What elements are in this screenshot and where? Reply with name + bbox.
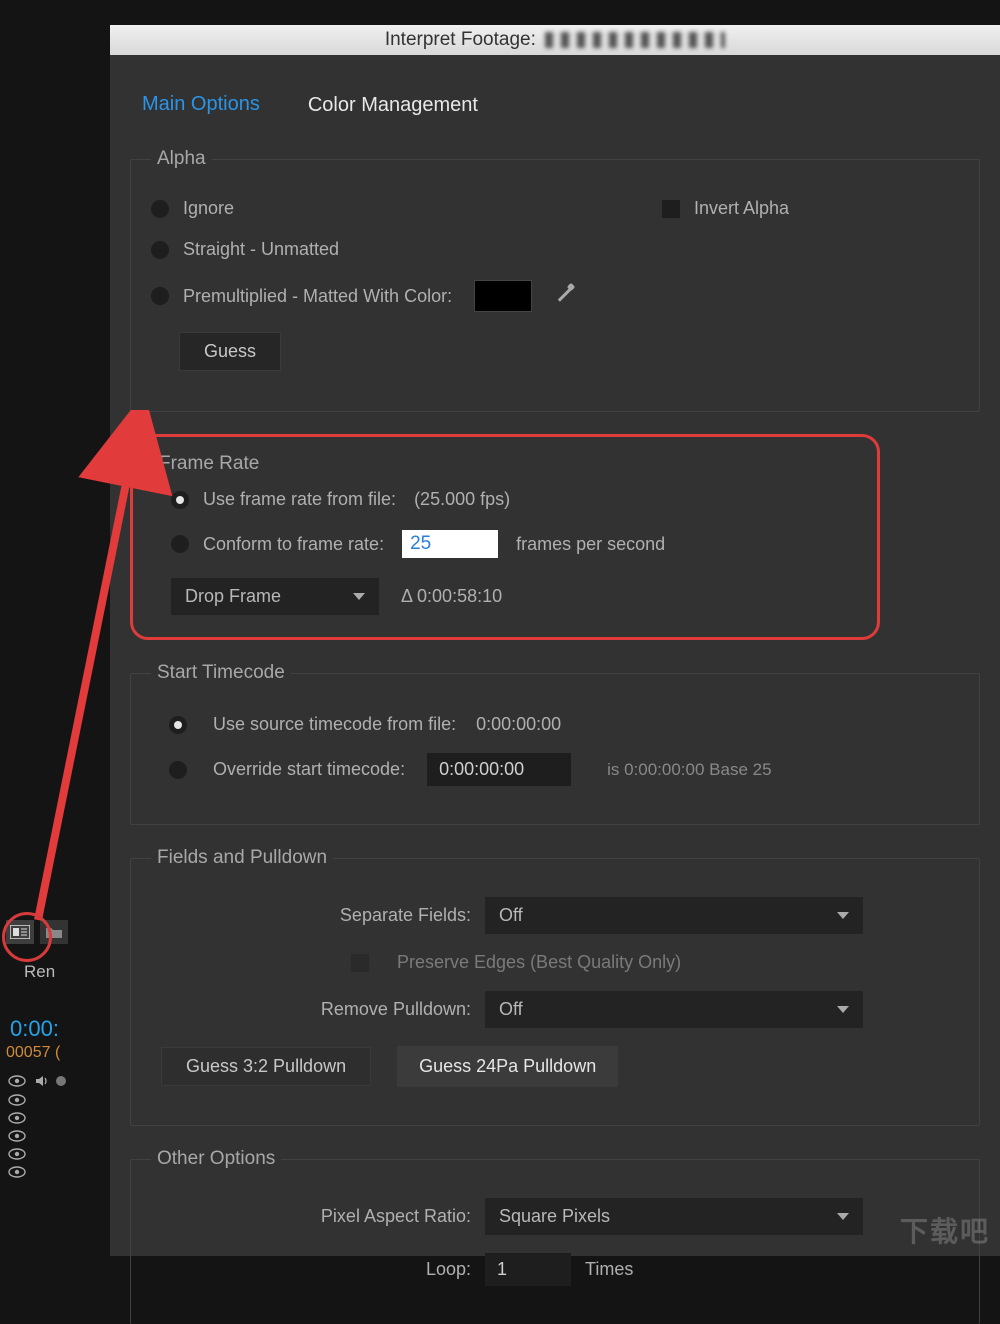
separate-fields-select[interactable]: Off [485,897,863,934]
label-use-file-rate: Use frame rate from file: [203,489,396,510]
par-select[interactable]: Square Pixels [485,1198,863,1235]
window-titlebar: Interpret Footage: [110,25,1000,56]
radio-override-tc[interactable] [169,761,187,779]
tab-color-management[interactable]: Color Management [304,86,482,125]
audio-icon[interactable] [34,1074,48,1088]
label-loop: Loop: [151,1259,471,1280]
eye-icon[interactable] [8,1075,26,1087]
delta-duration: Δ 0:00:58:10 [401,586,502,607]
remove-pulldown-value: Off [499,999,523,1020]
alpha-legend: Alpha [151,148,212,170]
checkbox-invert-alpha[interactable] [662,200,680,218]
remove-pulldown-select[interactable]: Off [485,991,863,1028]
conform-rate-input[interactable]: 25 [402,530,498,558]
label-premultiplied: Premultiplied - Matted With Color: [183,286,452,307]
eye-icon[interactable] [8,1148,26,1160]
label-times: Times [585,1259,633,1280]
override-tc-input[interactable]: 0:00:00:00 [427,753,571,786]
start-timecode-group: Start Timecode Use source timecode from … [130,662,980,825]
watermark: 下载吧 [900,1210,990,1250]
panel-timecode[interactable]: 0:00: [10,1016,100,1042]
start-timecode-legend: Start Timecode [151,662,291,684]
interpret-footage-dialog: Main Options Color Management Alpha Igno… [110,55,1000,1256]
loop-input[interactable]: 1 [485,1253,571,1286]
eye-icon[interactable] [8,1112,26,1124]
frame-rate-group: Frame Rate Use frame rate from file: (25… [130,434,880,640]
label-fps: frames per second [516,534,665,555]
guess-32-button[interactable]: Guess 3:2 Pulldown [161,1047,371,1086]
label-remove-pulldown: Remove Pulldown: [151,999,471,1020]
radio-use-source-tc[interactable] [169,716,187,734]
interpret-footage-icon[interactable] [6,920,34,944]
par-value: Square Pixels [499,1206,610,1227]
override-tc-info: is 0:00:00:00 Base 25 [607,760,771,780]
drop-frame-value: Drop Frame [185,586,281,607]
fields-pulldown-legend: Fields and Pulldown [151,847,333,869]
project-panel-strip: Ren 0:00: 00057 ( [0,920,100,1178]
label-par: Pixel Aspect Ratio: [151,1206,471,1227]
eye-icon[interactable] [8,1094,26,1106]
label-invert-alpha: Invert Alpha [694,198,789,219]
tab-main-options[interactable]: Main Options [138,85,264,126]
radio-premultiplied[interactable] [151,287,169,305]
label-separate-fields: Separate Fields: [151,905,471,926]
label-use-source-tc: Use source timecode from file: [213,714,456,735]
title-filename-blur [545,32,725,48]
label-override-tc: Override start timecode: [213,759,405,780]
radio-conform-rate[interactable] [171,535,189,553]
checkbox-preserve-edges[interactable] [351,954,369,972]
guess-alpha-button[interactable]: Guess [179,332,281,371]
folder-icon[interactable] [40,920,68,944]
guess-24pa-button[interactable]: Guess 24Pa Pulldown [397,1046,618,1087]
other-options-group: Other Options Pixel Aspect Ratio: Square… [130,1148,980,1324]
tab-bar: Main Options Color Management [138,85,1000,126]
solo-dot-icon[interactable] [56,1076,66,1086]
label-ignore: Ignore [183,198,234,219]
chevron-down-icon [837,912,849,919]
radio-ignore[interactable] [151,200,169,218]
drop-frame-select[interactable]: Drop Frame [171,578,379,615]
window-title: Interpret Footage: [385,29,536,50]
frame-rate-legend: Frame Rate [159,453,857,475]
separate-fields-value: Off [499,905,523,926]
eye-icon[interactable] [8,1166,26,1178]
other-options-legend: Other Options [151,1148,281,1170]
fields-pulldown-group: Fields and Pulldown Separate Fields: Off… [130,847,980,1126]
file-rate-value: (25.000 fps) [414,489,510,510]
chevron-down-icon [837,1006,849,1013]
eyedropper-icon[interactable] [554,285,576,307]
chevron-down-icon [353,593,365,600]
source-tc-value: 0:00:00:00 [476,714,561,735]
label-straight: Straight - Unmatted [183,239,339,260]
matte-color-swatch[interactable] [474,280,532,312]
eye-icon[interactable] [8,1130,26,1142]
render-label: Ren [24,962,100,982]
label-preserve-edges: Preserve Edges (Best Quality Only) [397,952,681,973]
radio-use-file-rate[interactable] [171,491,189,509]
label-conform-rate: Conform to frame rate: [203,534,384,555]
radio-straight[interactable] [151,241,169,259]
alpha-group: Alpha Ignore Invert Alpha Straight - Unm… [130,148,980,412]
panel-frame-number: 00057 ( [6,1044,100,1062]
chevron-down-icon [837,1213,849,1220]
